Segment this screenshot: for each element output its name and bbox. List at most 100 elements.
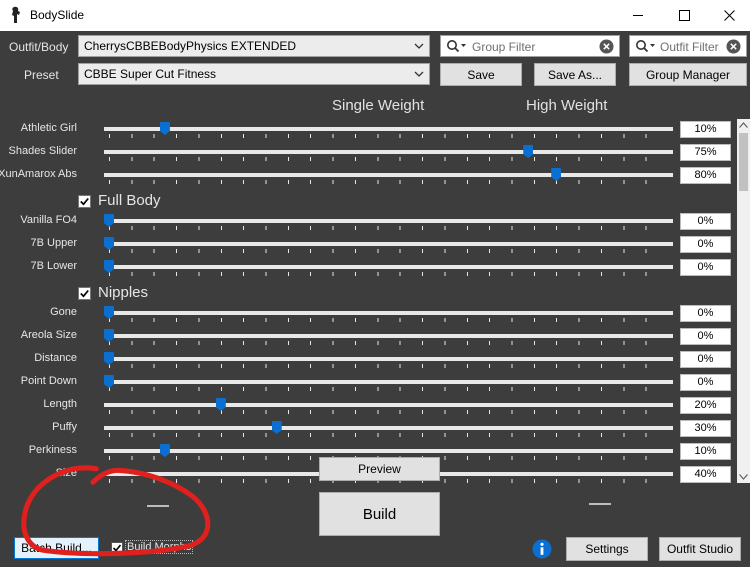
close-icon [723,10,735,21]
slider-track[interactable] [104,173,673,177]
preset-select[interactable]: CBBE Super Cut Fitness [78,63,430,85]
slider-row: Areola Size 0% [0,326,737,349]
slider-track[interactable] [104,150,673,154]
slider-value-input[interactable]: 20% [680,397,731,414]
scrollbar-thumb[interactable] [739,133,748,191]
slider-value-input[interactable]: 0% [680,328,731,345]
batch-build-button[interactable]: Batch Build... [14,537,99,559]
scroll-down-icon[interactable] [739,474,748,480]
save-button[interactable]: Save [440,63,522,86]
maximize-icon [678,10,690,21]
slider-name: Perkiness [28,444,77,456]
search-icon [447,40,466,53]
info-icon[interactable] [532,539,552,559]
slider-track[interactable] [104,426,673,430]
chevron-down-icon [414,71,424,77]
slider-value-input[interactable]: 10% [680,443,731,460]
settings-button[interactable]: Settings [566,537,648,561]
window-title: BodySlide [30,8,85,22]
slider-name: 7B Upper [30,237,77,249]
slider-row: Shades Slider 75% [0,142,737,165]
checkmark-icon [112,544,122,552]
slider-track[interactable] [104,127,673,131]
slider-value-input[interactable]: 80% [680,167,731,184]
build-morphs-checkbox[interactable] [111,542,123,554]
slider-row: Athletic Girl 10% [0,119,737,142]
slider-value-input[interactable]: 0% [680,351,731,368]
high-weight-header: High Weight [526,97,608,114]
slider-value-input[interactable]: 0% [680,259,731,276]
slider-group-header: Nipples [0,282,737,305]
build-morphs-label[interactable]: Build Morphs [125,540,194,554]
search-icon [636,40,655,53]
build-button[interactable]: Build [319,492,440,536]
vertical-scrollbar[interactable] [737,119,750,483]
slider-group-header: Full Body [0,190,737,213]
slider-ticks [109,157,668,161]
slider-value-input[interactable]: 0% [680,305,731,322]
slider-ticks [109,272,668,276]
slider-track[interactable] [104,449,673,453]
outfit-select-value: CherrysCBBEBodyPhysics EXTENDED [84,39,297,53]
slider-track[interactable] [104,403,673,407]
slider-name: Areola Size [20,329,77,341]
slider-name: Shades Slider [8,145,78,157]
slider-value-input[interactable]: 0% [680,213,731,230]
preset-label: Preset [24,68,59,82]
slider-name: XunAmarox Abs [0,168,77,180]
group-filter-input[interactable]: Group Filter [440,35,620,57]
outfit-studio-button[interactable]: Outfit Studio [659,537,741,561]
group-name: Nipples [98,284,149,301]
group-checkbox[interactable] [78,195,91,208]
slider-row: 7B Upper 0% [0,234,737,257]
slider-value-input[interactable]: 0% [680,236,731,253]
scroll-up-icon[interactable] [739,122,748,128]
slider-ticks [109,410,668,414]
high-weight-marker [589,503,611,505]
slider-value-input[interactable]: 40% [680,466,731,483]
slider-track[interactable] [104,219,673,223]
slider-value-input[interactable]: 10% [680,121,731,138]
slider-ticks [109,364,668,368]
slider-name: Size [55,467,77,479]
minimize-icon [632,15,643,16]
outfit-select[interactable]: CherrysCBBEBodyPhysics EXTENDED [78,35,430,57]
slider-track[interactable] [104,265,673,269]
checkmark-icon [80,197,89,206]
save-as-button[interactable]: Save As... [534,63,616,86]
slider-track[interactable] [104,357,673,361]
close-button[interactable] [706,0,750,31]
slider-ticks [109,341,668,345]
slider-track[interactable] [104,380,673,384]
slider-track[interactable] [104,334,673,338]
minimize-button[interactable] [615,0,661,31]
clear-icon[interactable] [599,39,614,54]
outfit-filter-placeholder: Outfit Filter [660,40,719,54]
slider-name: 7B Lower [30,260,77,272]
slider-row: Length 20% [0,395,737,418]
slider-name: Distance [34,352,77,364]
slider-track[interactable] [104,311,673,315]
slider-name: Gone [50,306,77,318]
group-filter-placeholder: Group Filter [472,40,536,54]
maximize-button[interactable] [661,0,707,31]
slider-ticks [109,318,668,322]
slider-row: 7B Lower 0% [0,257,737,280]
group-checkbox[interactable] [78,287,91,300]
slider-name: Length [43,398,77,410]
clear-icon[interactable] [726,39,741,54]
figure-icon [12,6,20,24]
group-manager-button[interactable]: Group Manager [629,63,747,86]
preview-button[interactable]: Preview [319,457,440,481]
single-weight-header: Single Weight [332,97,425,114]
outfit-label: Outfit/Body [9,40,69,54]
slider-row: Gone 0% [0,303,737,326]
slider-value-input[interactable]: 75% [680,144,731,161]
slider-value-input[interactable]: 30% [680,420,731,437]
slider-ticks [109,180,668,184]
outfit-filter-input[interactable]: Outfit Filter [629,35,747,57]
slider-name: Athletic Girl [20,122,77,134]
slider-name: Puffy [52,421,77,433]
slider-track[interactable] [104,242,673,246]
slider-value-input[interactable]: 0% [680,374,731,391]
